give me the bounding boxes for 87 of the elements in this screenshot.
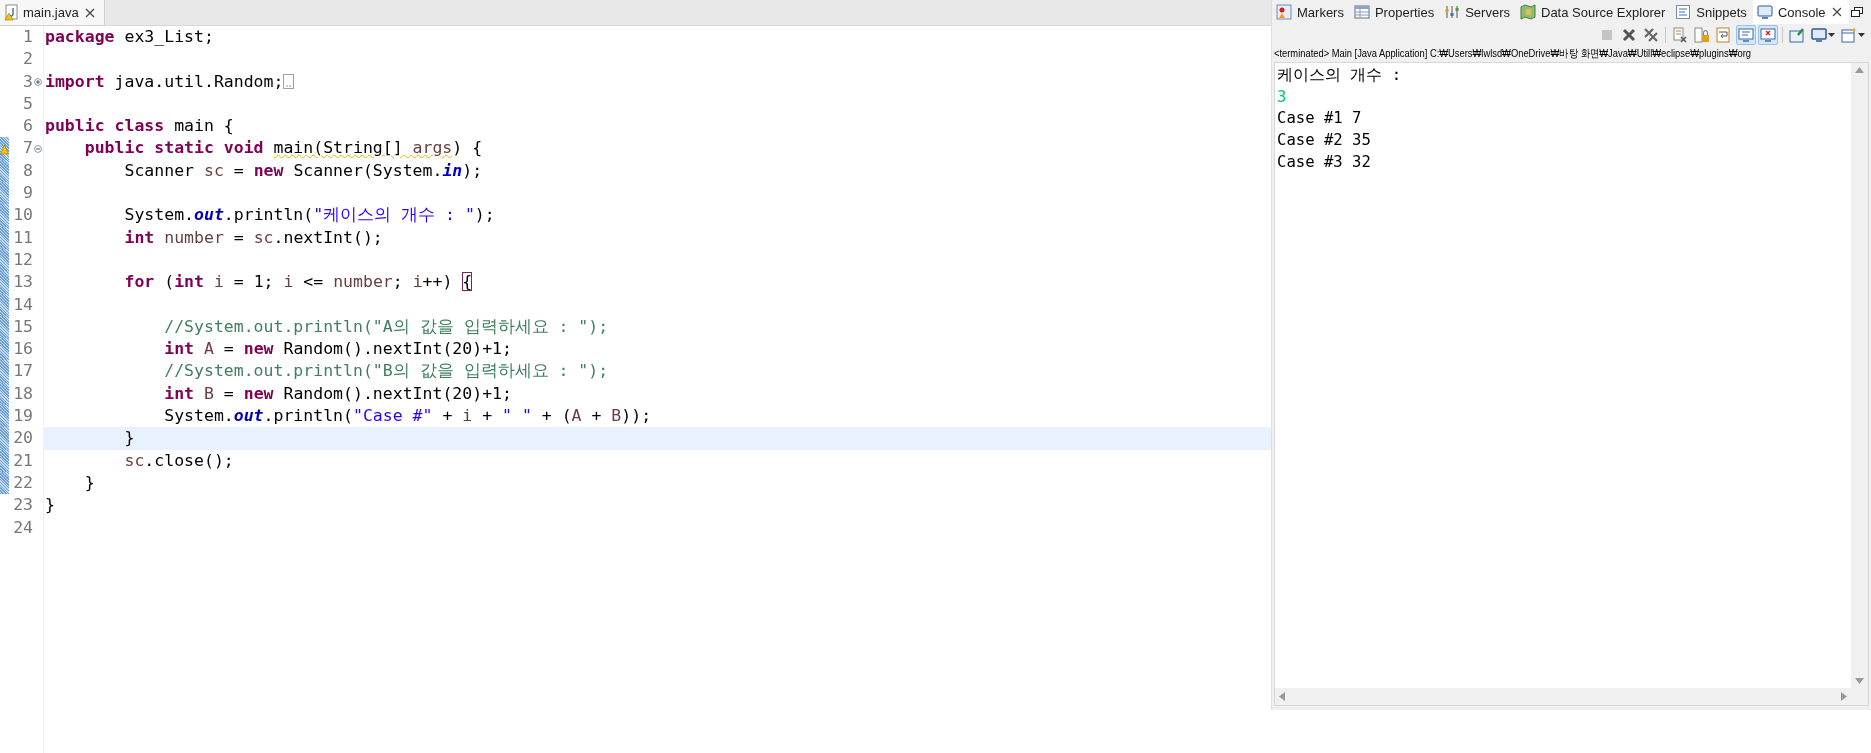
restore-icon[interactable]: [1851, 7, 1863, 17]
code-line: package ex3_List;: [45, 26, 214, 48]
double-x-icon: [1643, 26, 1659, 43]
line-number: 10: [12, 204, 33, 227]
code-line: System.out.println("Case #" + i + " " + (A + B));: [163, 405, 652, 428]
line-number: 16: [12, 338, 33, 361]
code-line: import java.util.Random;: [45, 70, 284, 93]
sliders-icon: [1444, 4, 1461, 20]
monitor-icon: [1756, 4, 1773, 20]
view-tab[interactable]: Markers: [1272, 0, 1350, 24]
line-number: 24: [12, 516, 33, 539]
table-icon: [1353, 4, 1370, 20]
line-number: 19: [12, 405, 33, 428]
code-line: //System.out.println("B의 값을 입력하세요 : ");: [163, 360, 609, 383]
clear-console-icon: [1672, 26, 1688, 43]
line-number: 17: [12, 360, 33, 383]
launch-description: <terminated> Main [Java Application] C:₩Users₩lwlsd₩OneDrive₩바탕 화면₩Java₩Utill₩eclipse₩plugins₩org: [1274, 46, 1751, 61]
document-icon: [1675, 4, 1692, 20]
line-number: 1: [22, 26, 33, 48]
toolbar-button[interactable]: [1758, 24, 1778, 45]
line-number: 13: [12, 271, 33, 294]
line-number: 6: [22, 115, 33, 138]
view-tab[interactable]: Console: [1752, 0, 1849, 24]
java-file-icon: [4, 4, 18, 21]
scroll-up-icon[interactable]: [1855, 67, 1864, 73]
line-number: 3: [22, 70, 33, 93]
line-number: 12: [12, 248, 33, 271]
code-line: sc.close();: [123, 449, 234, 472]
output-text: 케이스의 개수 :: [1277, 65, 1403, 86]
line-number: 8: [22, 159, 33, 182]
output-text: Case #1 7: [1277, 108, 1363, 130]
monitor-icon: [1811, 26, 1827, 43]
output-text: Case #3 32: [1277, 151, 1372, 173]
line-number: 14: [12, 293, 33, 316]
line-number: 23: [12, 494, 33, 517]
caret-icon[interactable]: [1828, 32, 1835, 37]
map-icon: [1520, 4, 1536, 20]
caret-icon[interactable]: [1858, 32, 1865, 37]
x-icon: [1621, 26, 1637, 43]
input-text: 3: [1277, 86, 1288, 108]
view-tab[interactable]: Servers: [1440, 0, 1516, 24]
scroll-down-icon[interactable]: [1855, 678, 1864, 684]
monitor-icon: [1738, 26, 1754, 43]
horizontal-scrollbar[interactable]: [1275, 688, 1868, 705]
code-line: int B = new Random().nextInt(20)+1;: [163, 382, 512, 405]
new-window-icon: [1841, 26, 1857, 43]
line-number: 5: [22, 92, 33, 115]
toolbar-button[interactable]: [1670, 24, 1690, 45]
editor-tab[interactable]: main.java: [0, 0, 105, 25]
line-number: 20: [12, 427, 33, 450]
toolbar-button[interactable]: [1736, 24, 1756, 45]
close-icon[interactable]: [83, 6, 96, 19]
expand-icon[interactable]: [34, 77, 42, 86]
code-line: for (int i = 1; i <= number; i++) {: [123, 271, 473, 294]
line-number: 22: [12, 471, 33, 494]
code-line: public class main {: [45, 115, 234, 138]
code-line: Scanner sc = new Scanner(System.in);: [123, 159, 483, 182]
wrap-icon: [1716, 26, 1732, 43]
code-line: System.out.println("케이스의 개수 : ");: [123, 204, 495, 227]
vertical-scrollbar[interactable]: [1851, 63, 1868, 688]
scroll-right-icon[interactable]: [1841, 692, 1847, 701]
close-icon[interactable]: [1830, 6, 1843, 18]
output-text: Case #2 35: [1277, 130, 1372, 152]
line-number: 2: [22, 48, 33, 71]
markers-icon: [1276, 4, 1292, 20]
line-number: 18: [12, 382, 33, 405]
code-line: //System.out.println("A의 값을 입력하세요 : ");: [163, 315, 609, 338]
code-line: }: [45, 494, 55, 517]
collapse-icon[interactable]: [34, 144, 42, 153]
monitor-error-icon: [1760, 26, 1776, 43]
lock-icon: [1694, 26, 1710, 43]
line-number: 15: [12, 315, 33, 338]
code-line: }: [123, 427, 135, 450]
line-number: 11: [12, 226, 33, 249]
code-line: }: [83, 471, 95, 494]
code-line: int number = sc.nextInt();: [123, 226, 383, 249]
code-line: int A = new Random().nextInt(20)+1;: [163, 338, 512, 361]
code-line: public static void main(String[] args) {: [83, 137, 483, 160]
scroll-left-icon[interactable]: [1279, 692, 1285, 701]
view-tab[interactable]: Data Source Explorer: [1516, 0, 1672, 24]
pin-icon: [1789, 26, 1805, 43]
line-number: 21: [12, 449, 33, 472]
collapsed-code-icon[interactable]: [283, 74, 295, 90]
line-number: 9: [22, 182, 33, 205]
view-tab[interactable]: Snippets: [1671, 0, 1753, 24]
line-number: 7: [22, 137, 33, 160]
view-tab[interactable]: Properties: [1349, 0, 1441, 24]
